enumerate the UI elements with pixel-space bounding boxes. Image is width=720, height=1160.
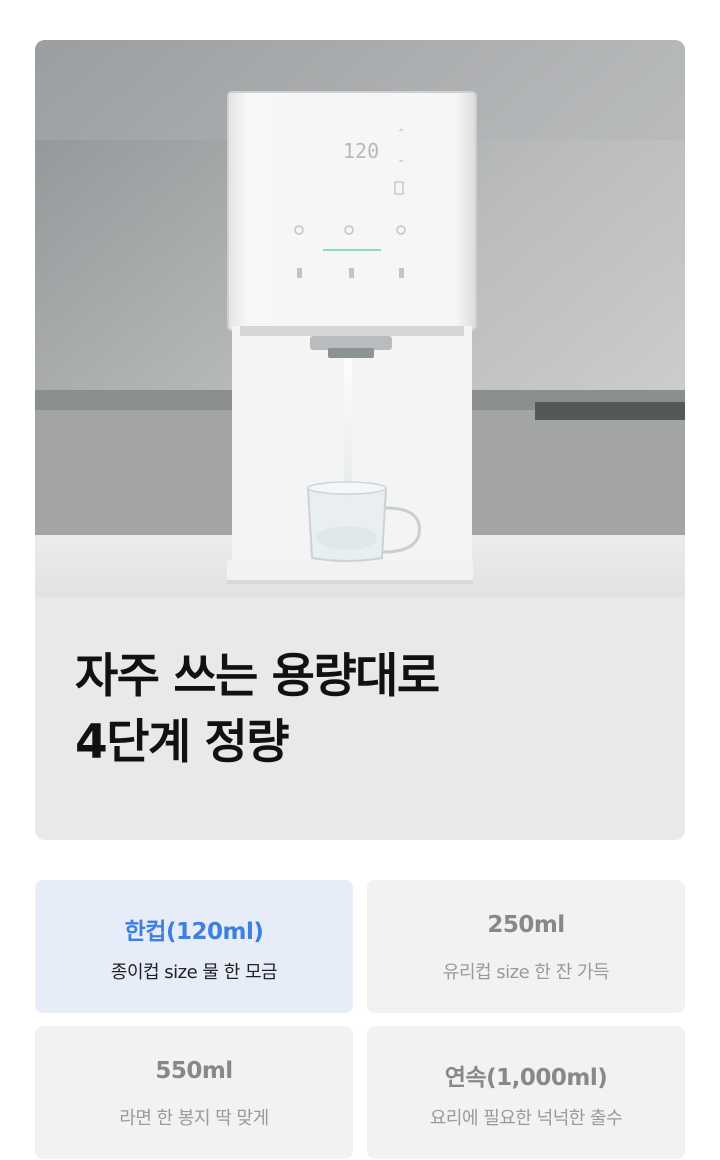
option-title: 250ml [487, 912, 565, 938]
headline-line-1: 자주 쓰는 용량대로 [75, 649, 440, 704]
svg-text:⌃: ⌃ [397, 128, 405, 139]
option-120ml[interactable]: 한컵(120ml) 종이컵 size 물 한 모금 [35, 880, 353, 1013]
option-description: 라면 한 봉지 딱 맞게 [119, 1108, 269, 1129]
option-description: 요리에 필요한 넉넉한 출수 [429, 1108, 623, 1129]
option-description: 종이컵 size 물 한 모금 [110, 962, 278, 983]
option-550ml[interactable]: 550ml 라면 한 봉지 딱 맞게 [35, 1026, 353, 1159]
option-250ml[interactable]: 250ml 유리컵 size 한 잔 가득 [367, 880, 685, 1013]
display-readout: 120 [343, 139, 379, 163]
option-title: 550ml [155, 1058, 233, 1084]
option-description: 유리컵 size 한 잔 가득 [442, 962, 610, 983]
option-title: 연속(1,000ml) [444, 1065, 608, 1091]
hero-headline: 자주 쓰는 용량대로 4단계 정량 [75, 644, 440, 776]
hero-card: 120 ⌃ ⌄ 자주 쓰는 용량대로 4단계 정량 [35, 40, 685, 840]
svg-text:⌄: ⌄ [397, 154, 405, 165]
option-continuous-1000ml[interactable]: 연속(1,000ml) 요리에 필요한 넉넉한 출수 [367, 1026, 685, 1159]
option-title: 한컵(120ml) [124, 919, 264, 945]
water-purifier-photo: 120 ⌃ ⌄ [35, 40, 685, 597]
headline-line-2: 4단계 정량 [75, 715, 290, 770]
